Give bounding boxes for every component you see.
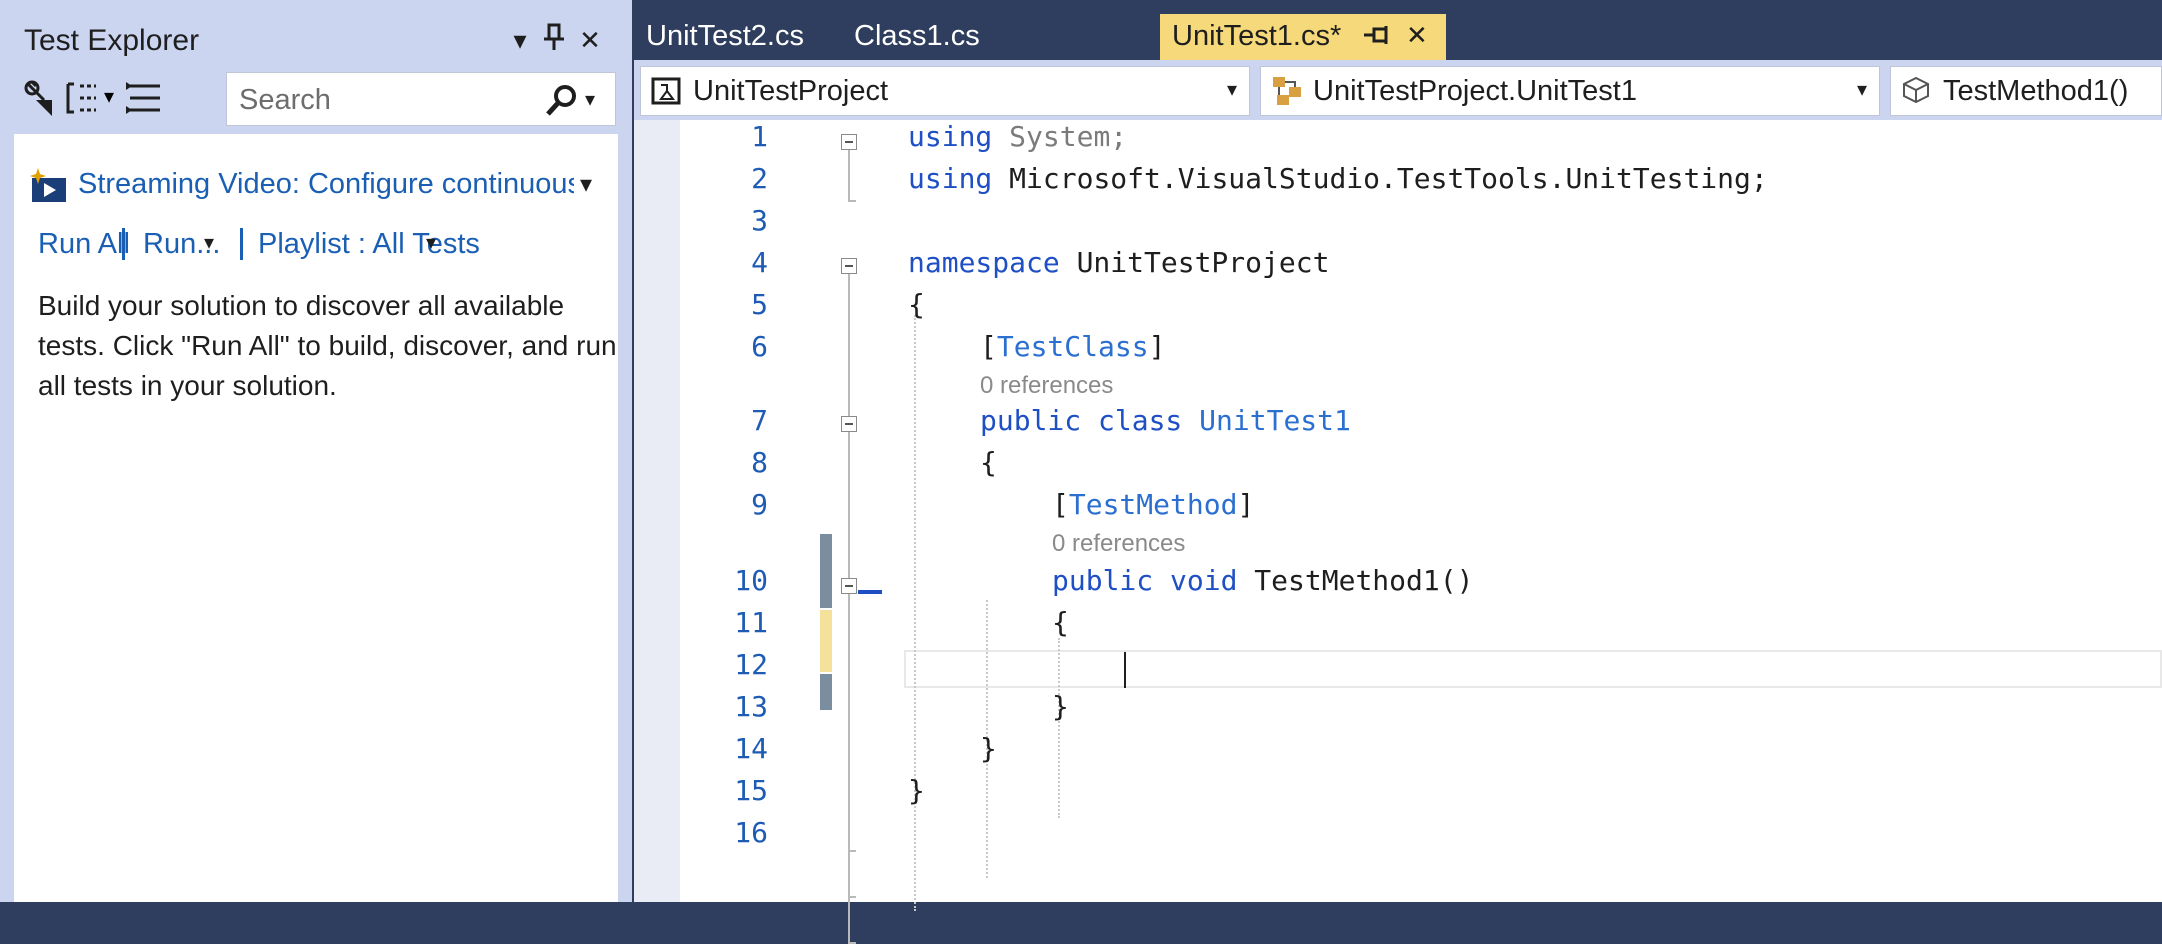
pin-icon[interactable]: [536, 22, 572, 58]
line-number: 1: [751, 120, 768, 153]
code-line: 9 [TestMethod]: [634, 488, 2162, 530]
line-number: 7: [751, 404, 768, 437]
chevron-down-icon: ▾: [1856, 79, 1867, 101]
tab-label: Class1.cs: [854, 20, 980, 52]
test-explorer-panel: Test Explorer ▾ ✕ ▾ ▾ Stre: [0, 0, 632, 902]
code-line: 10 public void TestMethod1(): [634, 564, 2162, 606]
code-line: 5 {: [634, 288, 2162, 330]
search-options-dropdown-icon[interactable]: ▾: [585, 87, 595, 112]
code-line: 16: [634, 816, 2162, 858]
code-line: 6 [TestClass]: [634, 330, 2162, 372]
code-text: public class UnitTest1: [980, 404, 1351, 437]
panel-title: Test Explorer: [24, 24, 200, 57]
run-dropdown-icon[interactable]: ▾: [204, 230, 214, 255]
code-line: 8 {: [634, 446, 2162, 488]
pin-tab-icon[interactable]: [1362, 20, 1392, 57]
tab-label: UnitTest2.cs: [646, 20, 804, 52]
project-name: UnitTestProject: [693, 75, 889, 107]
method-icon: [1901, 75, 1933, 107]
class-icon: [1271, 75, 1303, 107]
code-line: 3: [634, 204, 2162, 246]
member-dropdown[interactable]: TestMethod1(): [1890, 66, 2162, 116]
test-explorer-titlebar: Test Explorer ▾ ✕: [12, 18, 610, 64]
window-position-dropdown-icon[interactable]: ▾: [502, 22, 538, 58]
video-dropdown-icon[interactable]: ▾: [580, 170, 592, 199]
outline-guide: [848, 896, 856, 898]
code-line: 12: [634, 648, 2162, 690]
project-dropdown[interactable]: UnitTestProject ▾: [640, 66, 1250, 116]
chevron-down-icon: ▾: [1226, 79, 1237, 101]
member-name: TestMethod1(): [1943, 75, 2129, 107]
search-input[interactable]: [237, 81, 541, 119]
code-text: [TestMethod]: [1052, 488, 1255, 521]
test-project-icon: [651, 75, 683, 107]
discover-tests-message: Build your solution to discover all avai…: [38, 290, 617, 401]
line-number: 12: [734, 648, 768, 681]
streaming-video-link[interactable]: Streaming Video: Configure continuous te…: [30, 166, 610, 206]
run-tests-after-build-icon[interactable]: [22, 78, 60, 118]
playlist-icon[interactable]: [126, 78, 164, 118]
class-name: UnitTestProject.UnitTest1: [1313, 75, 1637, 107]
line-number: 15: [734, 774, 768, 807]
video-link-label: Streaming Video: Configure continuous te…: [78, 168, 574, 200]
line-number: 5: [751, 288, 768, 321]
search-box: ▾: [226, 72, 616, 126]
tab-label: UnitTest1.cs*: [1172, 20, 1342, 52]
line-number: 8: [751, 446, 768, 479]
codelens-references[interactable]: 0 references: [980, 372, 1113, 400]
line-number: 14: [734, 732, 768, 765]
playlist-link[interactable]: Playlist : All Tests: [258, 228, 480, 261]
line-number: 6: [751, 330, 768, 363]
search-icon[interactable]: [545, 83, 579, 122]
line-number: 16: [734, 816, 768, 849]
code-line: 7 public class UnitTest1: [634, 404, 2162, 446]
code-text: }: [908, 774, 925, 807]
code-text: using System;: [908, 120, 1128, 153]
close-icon[interactable]: ✕: [572, 22, 608, 58]
test-explorer-toolbar: ▾ ▾: [12, 66, 618, 132]
codelens-references[interactable]: 0 references: [1052, 530, 1185, 558]
code-text: {: [980, 446, 997, 479]
line-number: 2: [751, 162, 768, 195]
code-text: namespace UnitTestProject: [908, 246, 1330, 279]
code-text: public void TestMethod1(): [1052, 564, 1474, 597]
separator: [240, 228, 243, 260]
code-text: }: [980, 732, 997, 765]
code-line: 11 {: [634, 606, 2162, 648]
tab-class1[interactable]: Class1.cs: [826, 14, 1026, 60]
code-line: 15 }: [634, 774, 2162, 816]
run-all-link[interactable]: Run All: [38, 228, 130, 261]
code-line: 14 }: [634, 732, 2162, 774]
line-number: 9: [751, 488, 768, 521]
document-tabs: UnitTest2.cs Class1.cs UnitTest1.cs* ✕: [634, 14, 2162, 60]
group-by-icon[interactable]: [64, 78, 100, 118]
code-text: }: [1052, 690, 1069, 723]
code-text: {: [908, 288, 925, 321]
line-number: 4: [751, 246, 768, 279]
line-number: 11: [734, 606, 768, 639]
code-line: 1 using System;: [634, 120, 2162, 162]
group-by-dropdown-icon[interactable]: ▾: [104, 84, 114, 124]
separator: [122, 228, 125, 260]
video-icon: [30, 166, 70, 206]
test-explorer-content: Streaming Video: Configure continuous te…: [12, 134, 618, 902]
line-number: 3: [751, 204, 768, 237]
line-number: 13: [734, 690, 768, 723]
line-number: 10: [734, 564, 768, 597]
tab-unittest1[interactable]: UnitTest1.cs* ✕: [1160, 14, 1446, 60]
navigation-bar: UnitTestProject ▾ UnitTestProject.UnitTe…: [634, 60, 2162, 120]
code-text: [TestClass]: [980, 330, 1166, 363]
tab-unittest2[interactable]: UnitTest2.cs: [634, 14, 834, 60]
class-dropdown[interactable]: UnitTestProject.UnitTest1 ▾: [1260, 66, 1880, 116]
code-area[interactable]: 1 using System; 2 using Microsoft.Visual…: [634, 120, 2162, 944]
code-line: 13 }: [634, 690, 2162, 732]
close-tab-icon[interactable]: ✕: [1406, 20, 1428, 51]
code-text: {: [1052, 606, 1069, 639]
code-line: 2 using Microsoft.VisualStudio.TestTools…: [634, 162, 2162, 204]
code-text: using Microsoft.VisualStudio.TestTools.U…: [908, 162, 1768, 195]
code-editor: UnitTest2.cs Class1.cs UnitTest1.cs* ✕ U…: [634, 0, 2162, 944]
playlist-dropdown-icon[interactable]: ▾: [426, 230, 436, 255]
code-line: 4 namespace UnitTestProject: [634, 246, 2162, 288]
